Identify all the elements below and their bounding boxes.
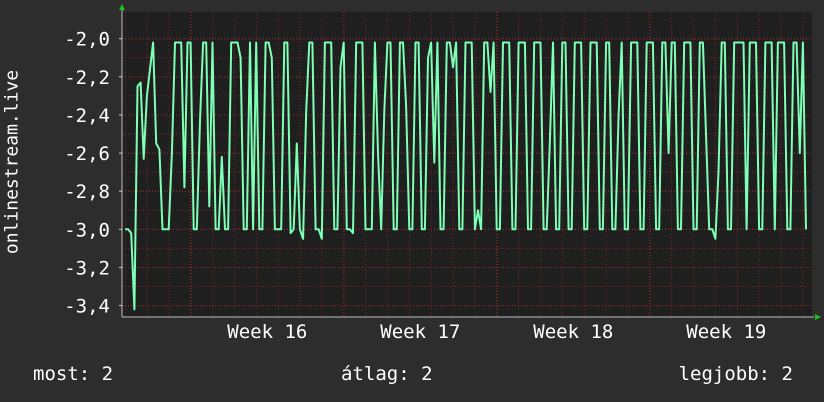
y-tick-label: -2,0: [64, 29, 110, 51]
legend-footer: most: 2 átlag: 2 legjobb: 2: [0, 363, 824, 387]
stat-best: legjobb: 2: [678, 363, 793, 385]
stat-now: most: 2: [33, 363, 114, 385]
y-axis-arrow: [119, 4, 125, 10]
y-tick-label: -3,4: [64, 296, 110, 318]
x-tick-label: Week 17: [380, 321, 460, 343]
line-chart: -2,0 -2,2 -2,4 -2,6 -2,8 -3,0 -3,2 -3,4 Week 16 W…: [64, 4, 821, 343]
y-tick-label: -2,8: [64, 181, 110, 203]
y-tick-label: -2,2: [64, 67, 110, 89]
x-tick-label: Week 18: [533, 321, 613, 343]
y-axis-title-container: onlinestream.live: [0, 0, 24, 402]
x-tick-label: Week 19: [686, 321, 766, 343]
stat-average: átlag: 2: [341, 363, 433, 385]
x-tick-label: Week 16: [227, 321, 307, 343]
y-tick-label: -2,6: [64, 143, 110, 165]
y-tick-label: -3,0: [64, 219, 110, 241]
x-axis-arrow: [815, 314, 821, 320]
y-tick-label: -2,4: [64, 105, 110, 127]
y-axis-title: onlinestream.live: [1, 69, 23, 255]
y-tick-label: -3,2: [64, 257, 110, 279]
